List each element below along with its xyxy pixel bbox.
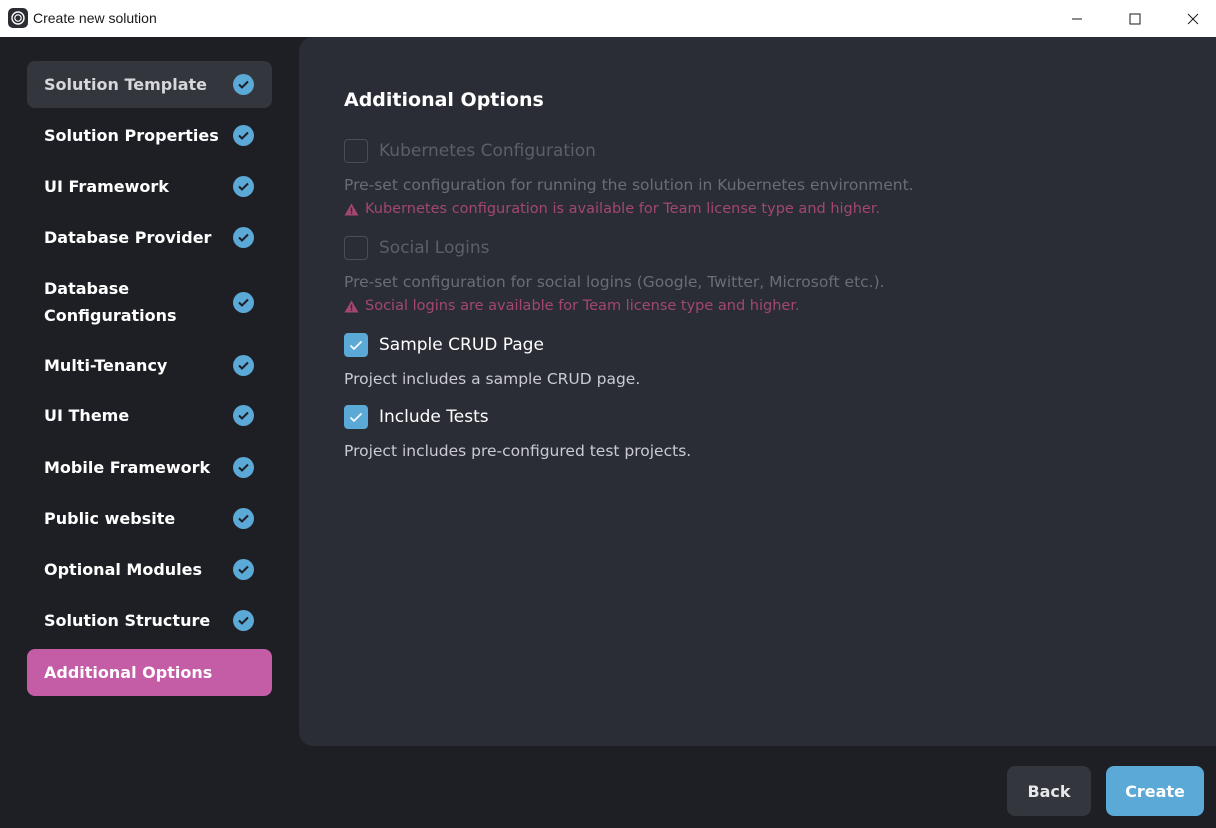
sidebar-item-label: Solution Structure	[44, 611, 211, 630]
check-circle-icon	[233, 176, 254, 197]
check-circle-icon	[233, 355, 254, 376]
sidebar-item-solution-structure[interactable]: Solution Structure	[27, 599, 272, 642]
checkmark-icon	[349, 412, 363, 422]
sidebar-item-solution-properties[interactable]: Solution Properties	[27, 114, 272, 157]
sidebar-item-optional-modules[interactable]: Optional Modules	[27, 548, 272, 591]
sidebar-item-label: Database Provider	[44, 228, 212, 247]
check-circle-icon	[233, 291, 254, 313]
option-kubernetes-configuration[interactable]: Kubernetes Configuration	[344, 139, 596, 163]
warning-text: Kubernetes configuration is available fo…	[365, 201, 881, 217]
sidebar-item-solution-template[interactable]: Solution Template	[27, 61, 272, 108]
check-circle-icon	[233, 508, 254, 529]
checkmark-icon	[349, 340, 363, 350]
option-social-logins[interactable]: Social Logins	[344, 236, 490, 260]
minimize-icon	[1072, 18, 1082, 19]
check-circle-icon	[233, 74, 254, 95]
sidebar-item-label: Optional Modules	[44, 560, 203, 579]
sidebar-item-label: Additional Options	[44, 663, 213, 682]
option-description: Pre-set configuration for running the so…	[344, 176, 914, 194]
check-circle-icon	[233, 125, 254, 146]
warning-triangle-icon	[344, 203, 359, 216]
check-circle-icon	[233, 227, 254, 248]
check-circle-icon	[233, 610, 254, 631]
minimize-button[interactable]	[1048, 0, 1106, 37]
close-button[interactable]	[1164, 0, 1216, 37]
sidebar-item-public-website[interactable]: Public website	[27, 497, 272, 540]
option-label: Sample CRUD Page	[379, 335, 544, 355]
maximize-icon	[1129, 13, 1141, 24]
warning-triangle-icon	[344, 300, 359, 313]
sidebar-item-ui-framework[interactable]: UI Framework	[27, 165, 272, 208]
sidebar-item-label: Multi-Tenancy	[44, 356, 168, 375]
options-panel: Additional Options Kubernetes Configurat…	[299, 37, 1216, 746]
sidebar-item-label: Solution Properties	[44, 126, 219, 145]
warning-text: Social logins are available for Team lic…	[365, 298, 800, 314]
sidebar-item-label: Public website	[44, 509, 176, 528]
page-title: Additional Options	[344, 89, 544, 111]
sample-crud-checkbox[interactable]	[344, 333, 368, 357]
option-include-tests[interactable]: Include Tests	[344, 405, 489, 429]
wizard-steps-sidebar: Solution Template Solution Properties UI…	[0, 37, 299, 737]
kubernetes-checkbox[interactable]	[344, 139, 368, 163]
sidebar-item-label: UI Theme	[44, 406, 130, 425]
option-sample-crud-page[interactable]: Sample CRUD Page	[344, 333, 544, 357]
sidebar-item-additional-options[interactable]: Additional Options	[27, 649, 272, 696]
sidebar-item-mobile-framework[interactable]: Mobile Framework	[27, 446, 272, 489]
option-label: Social Logins	[379, 238, 490, 258]
check-circle-icon	[233, 405, 254, 426]
app-logo-icon	[8, 8, 28, 28]
back-button[interactable]: Back	[1007, 766, 1091, 816]
license-warning: Kubernetes configuration is available fo…	[344, 201, 880, 217]
check-circle-icon	[233, 457, 254, 478]
sidebar-item-database-configurations[interactable]: Database Configurations	[27, 274, 272, 330]
sidebar-item-ui-theme[interactable]: UI Theme	[27, 394, 272, 437]
create-button[interactable]: Create	[1106, 766, 1204, 816]
option-label: Kubernetes Configuration	[379, 141, 596, 161]
option-description: Pre-set configuration for social logins …	[344, 273, 885, 291]
close-icon	[1187, 13, 1199, 24]
option-description: Project includes a sample CRUD page.	[344, 370, 641, 388]
window-titlebar: Create new solution	[0, 0, 1216, 37]
window-title: Create new solution	[33, 10, 157, 26]
option-description: Project includes pre-configured test pro…	[344, 442, 692, 460]
option-label: Include Tests	[379, 407, 489, 427]
sidebar-item-multi-tenancy[interactable]: Multi-Tenancy	[27, 344, 272, 387]
maximize-button[interactable]	[1106, 0, 1164, 37]
sidebar-item-label: Database Configurations	[44, 279, 177, 325]
license-warning: Social logins are available for Team lic…	[344, 298, 800, 314]
check-circle-icon	[233, 559, 254, 580]
social-logins-checkbox[interactable]	[344, 236, 368, 260]
sidebar-item-label: UI Framework	[44, 177, 169, 196]
include-tests-checkbox[interactable]	[344, 405, 368, 429]
sidebar-item-label: Solution Template	[44, 75, 208, 94]
sidebar-item-label: Mobile Framework	[44, 458, 211, 477]
sidebar-item-database-provider[interactable]: Database Provider	[27, 216, 272, 259]
